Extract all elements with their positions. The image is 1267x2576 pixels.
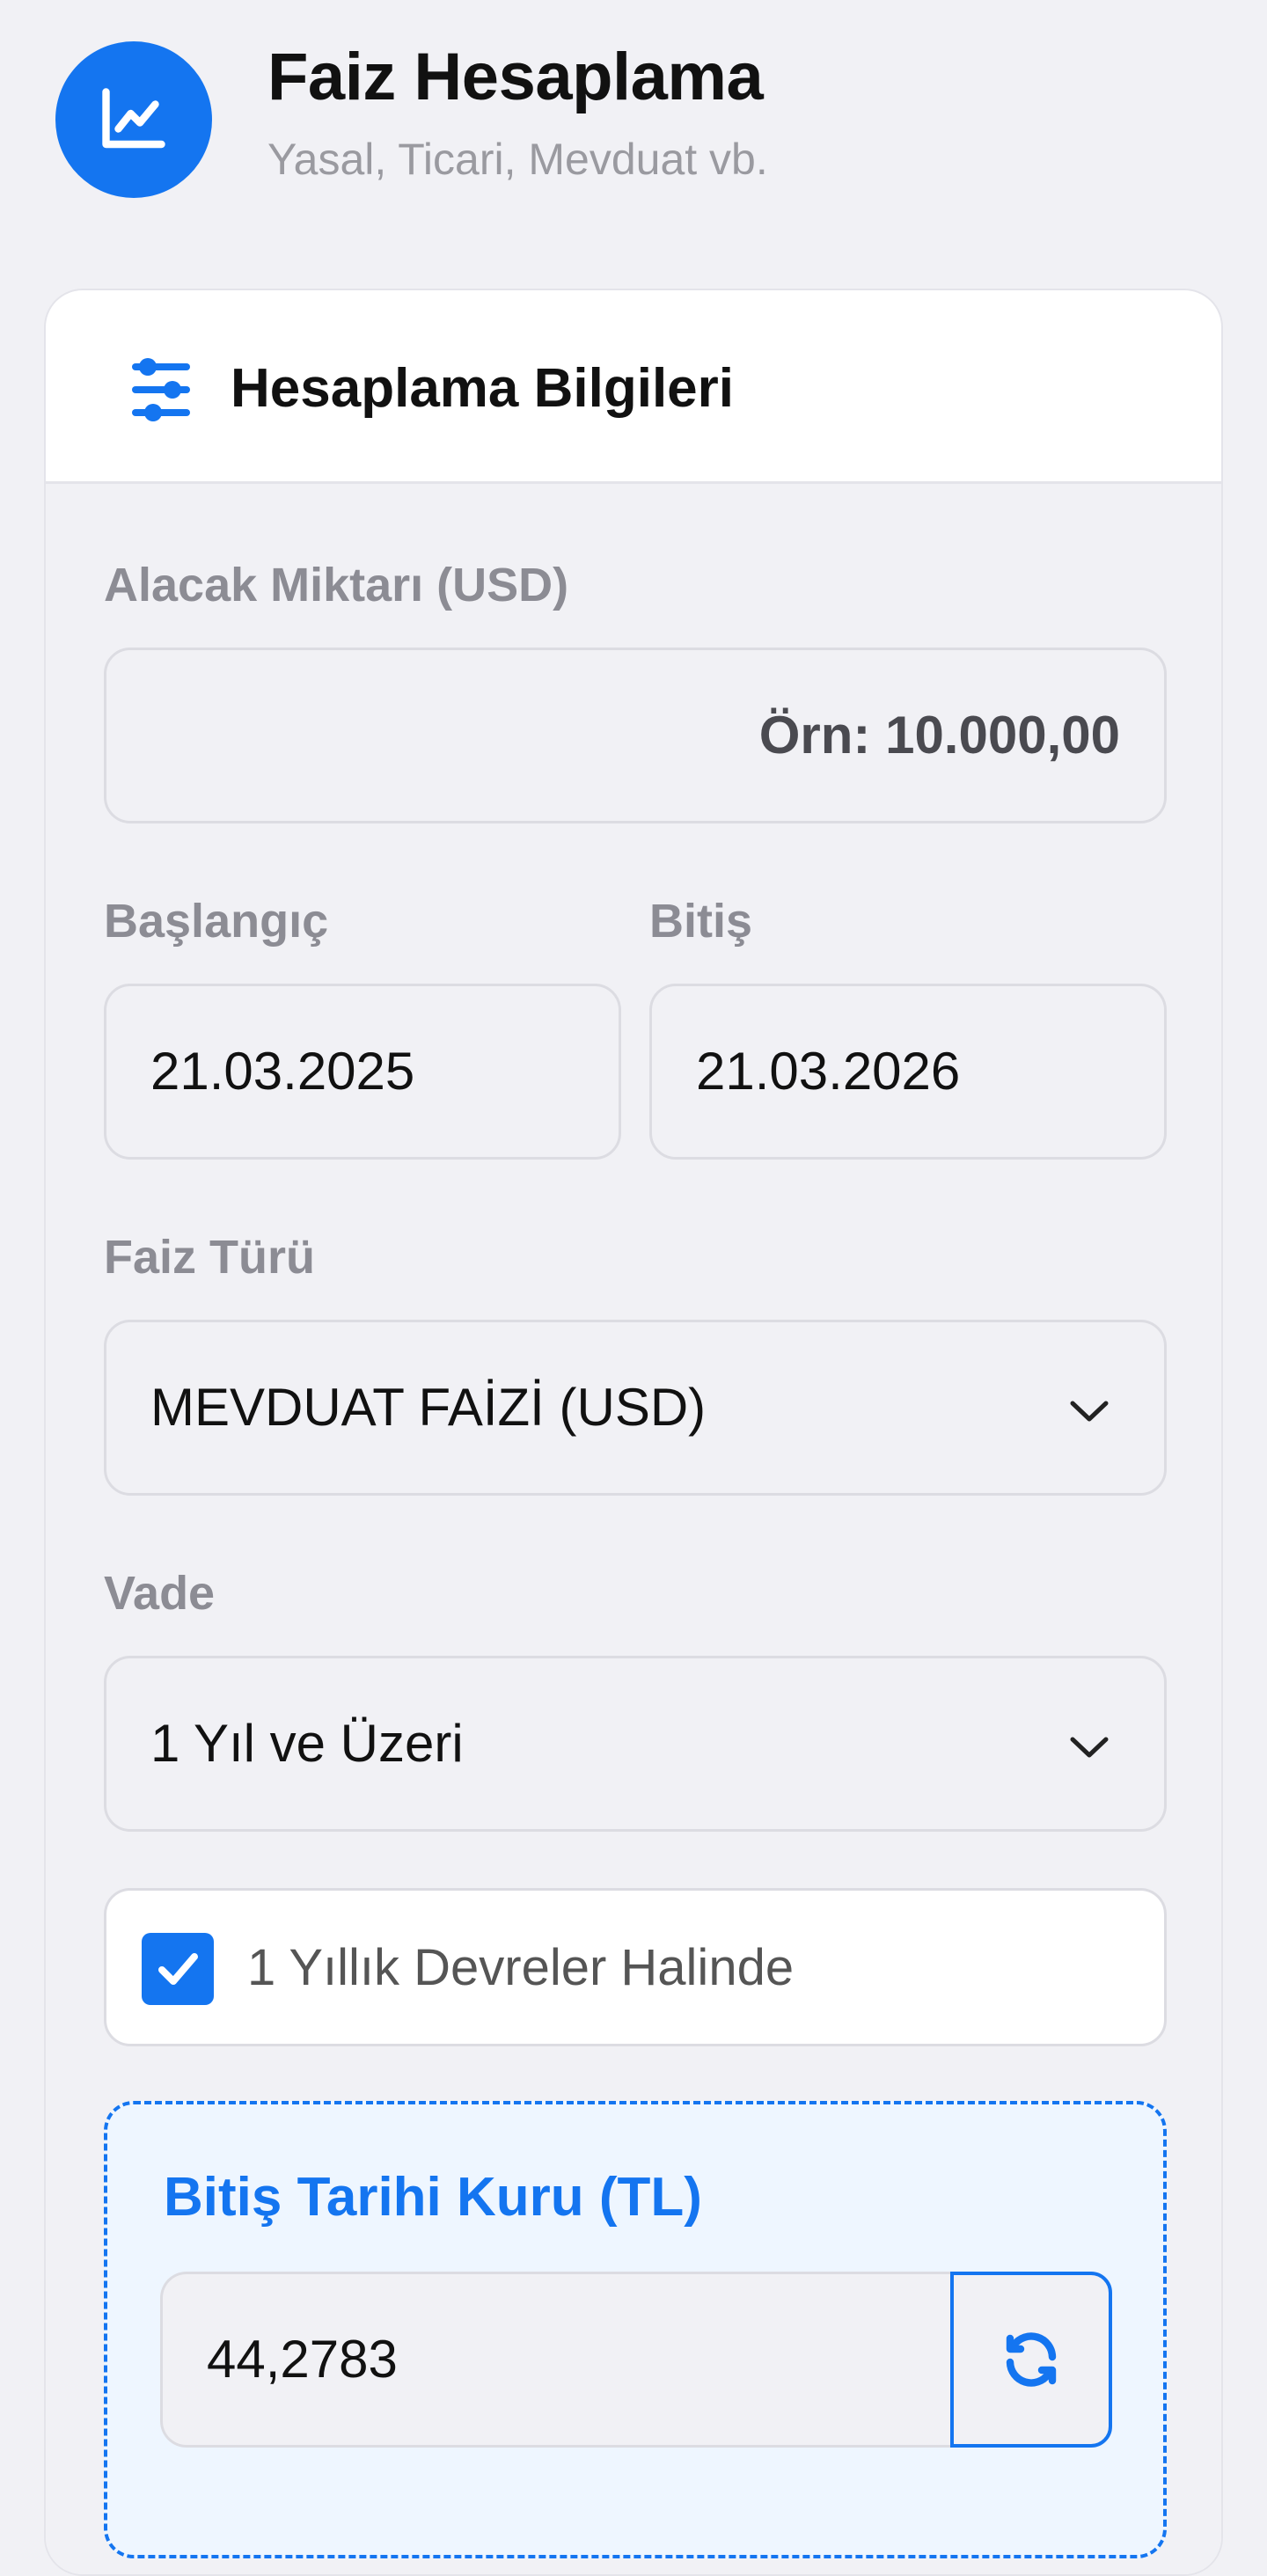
sliders-icon [121,350,201,429]
page-subtitle: Yasal, Ticari, Mevduat vb. [267,135,768,184]
app-header: Faiz Hesaplama Yasal, Ticari, Mevduat vb… [0,0,1267,255]
start-date-value: 21.03.2025 [150,1042,415,1101]
page-title: Faiz Hesaplama [267,40,764,114]
exchange-rate-input[interactable]: 44,2783 [160,2272,952,2448]
refresh-rate-button[interactable] [950,2272,1112,2448]
amount-input[interactable]: Örn: 10.000,00 [104,648,1167,823]
start-date-label: Başlangıç [104,895,329,948]
start-date-input[interactable]: 21.03.2025 [104,984,621,1160]
exchange-rate-label: Bitiş Tarihi Kuru (TL) [164,2167,702,2228]
yearly-periods-option[interactable]: 1 Yıllık Devreler Halinde [104,1888,1167,2046]
interest-type-label: Faiz Türü [104,1231,315,1284]
amount-label: Alacak Miktarı (USD) [104,559,569,611]
calculation-card: Hesaplama Bilgileri Alacak Miktarı (USD)… [44,289,1223,2576]
checkmark-icon [158,1953,198,1985]
amount-placeholder: Örn: 10.000,00 [758,706,1120,765]
chart-line-icon [55,41,212,198]
interest-type-select[interactable]: MEVDUAT FAİZİ (USD) [104,1320,1167,1496]
exchange-rate-panel: Bitiş Tarihi Kuru (TL) 44,2783 [104,2101,1167,2558]
interest-type-value: MEVDUAT FAİZİ (USD) [150,1378,707,1437]
term-value: 1 Yıl ve Üzeri [150,1714,464,1773]
end-date-input[interactable]: 21.03.2026 [649,984,1167,1160]
refresh-icon [1006,2332,1057,2387]
yearly-periods-label: 1 Yıllık Devreler Halinde [247,1939,795,1996]
end-date-value: 21.03.2026 [696,1042,961,1101]
card-title: Hesaplama Bilgileri [231,358,735,419]
card-body: Alacak Miktarı (USD) Örn: 10.000,00 Başl… [46,484,1221,2574]
end-date-label: Bitiş [649,895,753,948]
chevron-down-icon [1070,1401,1109,1422]
chevron-down-icon [1070,1737,1109,1758]
yearly-periods-checkbox[interactable] [142,1933,214,2005]
card-header: Hesaplama Bilgileri [46,290,1221,484]
exchange-rate-value: 44,2783 [207,2330,398,2389]
term-select[interactable]: 1 Yıl ve Üzeri [104,1656,1167,1832]
term-label: Vade [104,1567,216,1620]
